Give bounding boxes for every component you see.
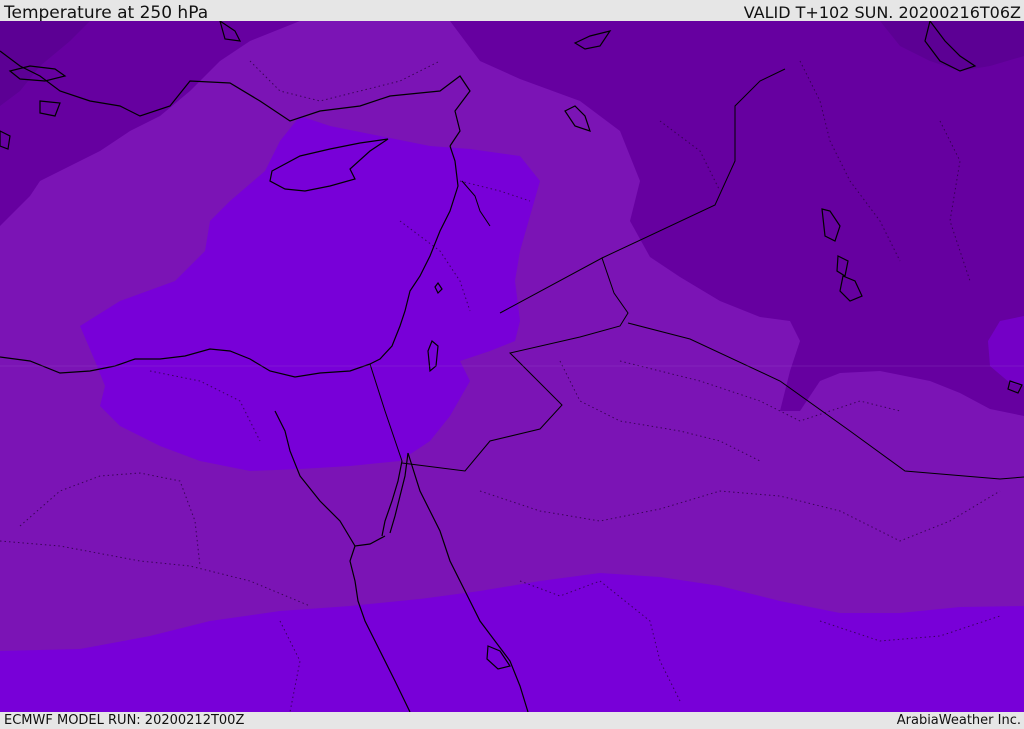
footer-bar: ECMWF MODEL RUN: 20200212T00Z ArabiaWeat… <box>0 712 1024 729</box>
temperature-map[interactable] <box>0 21 1024 712</box>
valid-time-label: VALID T+102 SUN. 20200216T06Z <box>743 3 1021 22</box>
credit-label: ArabiaWeather Inc. <box>896 713 1021 728</box>
model-run-label: ECMWF MODEL RUN: 20200212T00Z <box>4 713 245 728</box>
map-title: Temperature at 250 hPa <box>4 3 209 23</box>
header-bar: Temperature at 250 hPa VALID T+102 SUN. … <box>0 0 1024 23</box>
map-canvas <box>0 21 1024 712</box>
